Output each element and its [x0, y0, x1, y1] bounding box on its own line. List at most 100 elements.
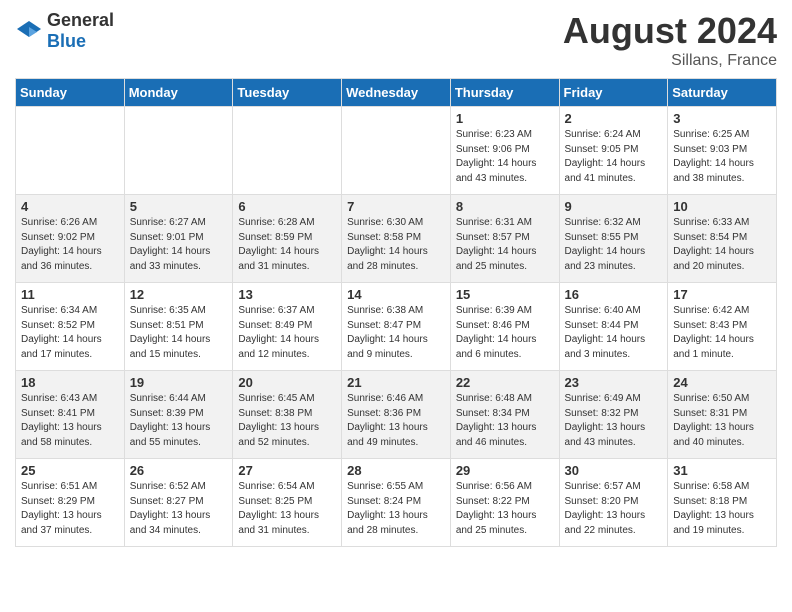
day-number: 30: [565, 463, 663, 478]
day-info: Sunrise: 6:51 AMSunset: 8:29 PMDaylight:…: [21, 480, 119, 538]
day-number: 9: [565, 199, 663, 214]
day-info: Sunrise: 6:33 AMSunset: 8:54 PMDaylight:…: [673, 216, 771, 274]
day-info: Sunrise: 6:58 AMSunset: 8:18 PMDaylight:…: [673, 480, 771, 538]
day-number: 20: [238, 375, 336, 390]
calendar-cell: 28 Sunrise: 6:55 AMSunset: 8:24 PMDaylig…: [342, 459, 451, 547]
day-number: 2: [565, 111, 663, 126]
day-info: Sunrise: 6:34 AMSunset: 8:52 PMDaylight:…: [21, 304, 119, 362]
calendar-header: SundayMondayTuesdayWednesdayThursdayFrid…: [16, 79, 777, 107]
calendar-body: 1 Sunrise: 6:23 AMSunset: 9:06 PMDayligh…: [16, 107, 777, 547]
logo: General Blue: [15, 10, 114, 52]
calendar-cell: 25 Sunrise: 6:51 AMSunset: 8:29 PMDaylig…: [16, 459, 125, 547]
calendar-cell: 30 Sunrise: 6:57 AMSunset: 8:20 PMDaylig…: [559, 459, 668, 547]
calendar-cell: 22 Sunrise: 6:48 AMSunset: 8:34 PMDaylig…: [450, 371, 559, 459]
weekday-header-sunday: Sunday: [16, 79, 125, 107]
day-number: 22: [456, 375, 554, 390]
day-info: Sunrise: 6:26 AMSunset: 9:02 PMDaylight:…: [21, 216, 119, 274]
day-number: 24: [673, 375, 771, 390]
calendar-week-3: 11 Sunrise: 6:34 AMSunset: 8:52 PMDaylig…: [16, 283, 777, 371]
calendar-cell: 19 Sunrise: 6:44 AMSunset: 8:39 PMDaylig…: [124, 371, 233, 459]
day-info: Sunrise: 6:48 AMSunset: 8:34 PMDaylight:…: [456, 392, 554, 450]
day-number: 3: [673, 111, 771, 126]
day-info: Sunrise: 6:30 AMSunset: 8:58 PMDaylight:…: [347, 216, 445, 274]
calendar-cell: 20 Sunrise: 6:45 AMSunset: 8:38 PMDaylig…: [233, 371, 342, 459]
day-info: Sunrise: 6:24 AMSunset: 9:05 PMDaylight:…: [565, 128, 663, 186]
calendar-cell: 8 Sunrise: 6:31 AMSunset: 8:57 PMDayligh…: [450, 195, 559, 283]
calendar-cell: [342, 107, 451, 195]
calendar-cell: 13 Sunrise: 6:37 AMSunset: 8:49 PMDaylig…: [233, 283, 342, 371]
day-number: 18: [21, 375, 119, 390]
calendar-cell: [16, 107, 125, 195]
day-number: 31: [673, 463, 771, 478]
weekday-header-row: SundayMondayTuesdayWednesdayThursdayFrid…: [16, 79, 777, 107]
calendar-cell: 18 Sunrise: 6:43 AMSunset: 8:41 PMDaylig…: [16, 371, 125, 459]
calendar-cell: 3 Sunrise: 6:25 AMSunset: 9:03 PMDayligh…: [668, 107, 777, 195]
calendar-cell: 15 Sunrise: 6:39 AMSunset: 8:46 PMDaylig…: [450, 283, 559, 371]
day-number: 29: [456, 463, 554, 478]
calendar-cell: 27 Sunrise: 6:54 AMSunset: 8:25 PMDaylig…: [233, 459, 342, 547]
day-info: Sunrise: 6:54 AMSunset: 8:25 PMDaylight:…: [238, 480, 336, 538]
weekday-header-friday: Friday: [559, 79, 668, 107]
day-number: 12: [130, 287, 228, 302]
day-number: 6: [238, 199, 336, 214]
month-year-title: August 2024: [563, 10, 777, 52]
day-info: Sunrise: 6:46 AMSunset: 8:36 PMDaylight:…: [347, 392, 445, 450]
day-number: 15: [456, 287, 554, 302]
calendar-cell: 1 Sunrise: 6:23 AMSunset: 9:06 PMDayligh…: [450, 107, 559, 195]
day-info: Sunrise: 6:52 AMSunset: 8:27 PMDaylight:…: [130, 480, 228, 538]
day-info: Sunrise: 6:37 AMSunset: 8:49 PMDaylight:…: [238, 304, 336, 362]
calendar-cell: 11 Sunrise: 6:34 AMSunset: 8:52 PMDaylig…: [16, 283, 125, 371]
day-number: 5: [130, 199, 228, 214]
calendar-cell: 4 Sunrise: 6:26 AMSunset: 9:02 PMDayligh…: [16, 195, 125, 283]
day-info: Sunrise: 6:31 AMSunset: 8:57 PMDaylight:…: [456, 216, 554, 274]
day-info: Sunrise: 6:43 AMSunset: 8:41 PMDaylight:…: [21, 392, 119, 450]
weekday-header-saturday: Saturday: [668, 79, 777, 107]
day-number: 27: [238, 463, 336, 478]
logo-text: General Blue: [47, 10, 114, 52]
calendar-cell: 6 Sunrise: 6:28 AMSunset: 8:59 PMDayligh…: [233, 195, 342, 283]
day-number: 16: [565, 287, 663, 302]
day-number: 19: [130, 375, 228, 390]
day-info: Sunrise: 6:42 AMSunset: 8:43 PMDaylight:…: [673, 304, 771, 362]
day-info: Sunrise: 6:40 AMSunset: 8:44 PMDaylight:…: [565, 304, 663, 362]
day-info: Sunrise: 6:35 AMSunset: 8:51 PMDaylight:…: [130, 304, 228, 362]
day-number: 7: [347, 199, 445, 214]
day-info: Sunrise: 6:44 AMSunset: 8:39 PMDaylight:…: [130, 392, 228, 450]
day-number: 26: [130, 463, 228, 478]
day-number: 8: [456, 199, 554, 214]
calendar-week-5: 25 Sunrise: 6:51 AMSunset: 8:29 PMDaylig…: [16, 459, 777, 547]
calendar-cell: 31 Sunrise: 6:58 AMSunset: 8:18 PMDaylig…: [668, 459, 777, 547]
day-info: Sunrise: 6:45 AMSunset: 8:38 PMDaylight:…: [238, 392, 336, 450]
calendar-cell: 21 Sunrise: 6:46 AMSunset: 8:36 PMDaylig…: [342, 371, 451, 459]
day-number: 21: [347, 375, 445, 390]
day-info: Sunrise: 6:50 AMSunset: 8:31 PMDaylight:…: [673, 392, 771, 450]
day-number: 10: [673, 199, 771, 214]
calendar-cell: 23 Sunrise: 6:49 AMSunset: 8:32 PMDaylig…: [559, 371, 668, 459]
calendar-cell: [233, 107, 342, 195]
calendar-cell: 5 Sunrise: 6:27 AMSunset: 9:01 PMDayligh…: [124, 195, 233, 283]
calendar-cell: 17 Sunrise: 6:42 AMSunset: 8:43 PMDaylig…: [668, 283, 777, 371]
calendar-week-1: 1 Sunrise: 6:23 AMSunset: 9:06 PMDayligh…: [16, 107, 777, 195]
logo-icon: [15, 19, 43, 43]
location-subtitle: Sillans, France: [563, 52, 777, 70]
page-header: General Blue August 2024 Sillans, France: [15, 10, 777, 70]
day-number: 1: [456, 111, 554, 126]
day-number: 14: [347, 287, 445, 302]
title-block: August 2024 Sillans, France: [563, 10, 777, 70]
day-number: 11: [21, 287, 119, 302]
day-info: Sunrise: 6:23 AMSunset: 9:06 PMDaylight:…: [456, 128, 554, 186]
calendar-cell: 7 Sunrise: 6:30 AMSunset: 8:58 PMDayligh…: [342, 195, 451, 283]
day-number: 13: [238, 287, 336, 302]
day-info: Sunrise: 6:55 AMSunset: 8:24 PMDaylight:…: [347, 480, 445, 538]
calendar-cell: 24 Sunrise: 6:50 AMSunset: 8:31 PMDaylig…: [668, 371, 777, 459]
calendar-week-4: 18 Sunrise: 6:43 AMSunset: 8:41 PMDaylig…: [16, 371, 777, 459]
day-number: 4: [21, 199, 119, 214]
calendar-cell: 29 Sunrise: 6:56 AMSunset: 8:22 PMDaylig…: [450, 459, 559, 547]
day-info: Sunrise: 6:27 AMSunset: 9:01 PMDaylight:…: [130, 216, 228, 274]
calendar-cell: 9 Sunrise: 6:32 AMSunset: 8:55 PMDayligh…: [559, 195, 668, 283]
weekday-header-monday: Monday: [124, 79, 233, 107]
calendar-cell: 26 Sunrise: 6:52 AMSunset: 8:27 PMDaylig…: [124, 459, 233, 547]
calendar-cell: 10 Sunrise: 6:33 AMSunset: 8:54 PMDaylig…: [668, 195, 777, 283]
day-info: Sunrise: 6:49 AMSunset: 8:32 PMDaylight:…: [565, 392, 663, 450]
day-number: 25: [21, 463, 119, 478]
